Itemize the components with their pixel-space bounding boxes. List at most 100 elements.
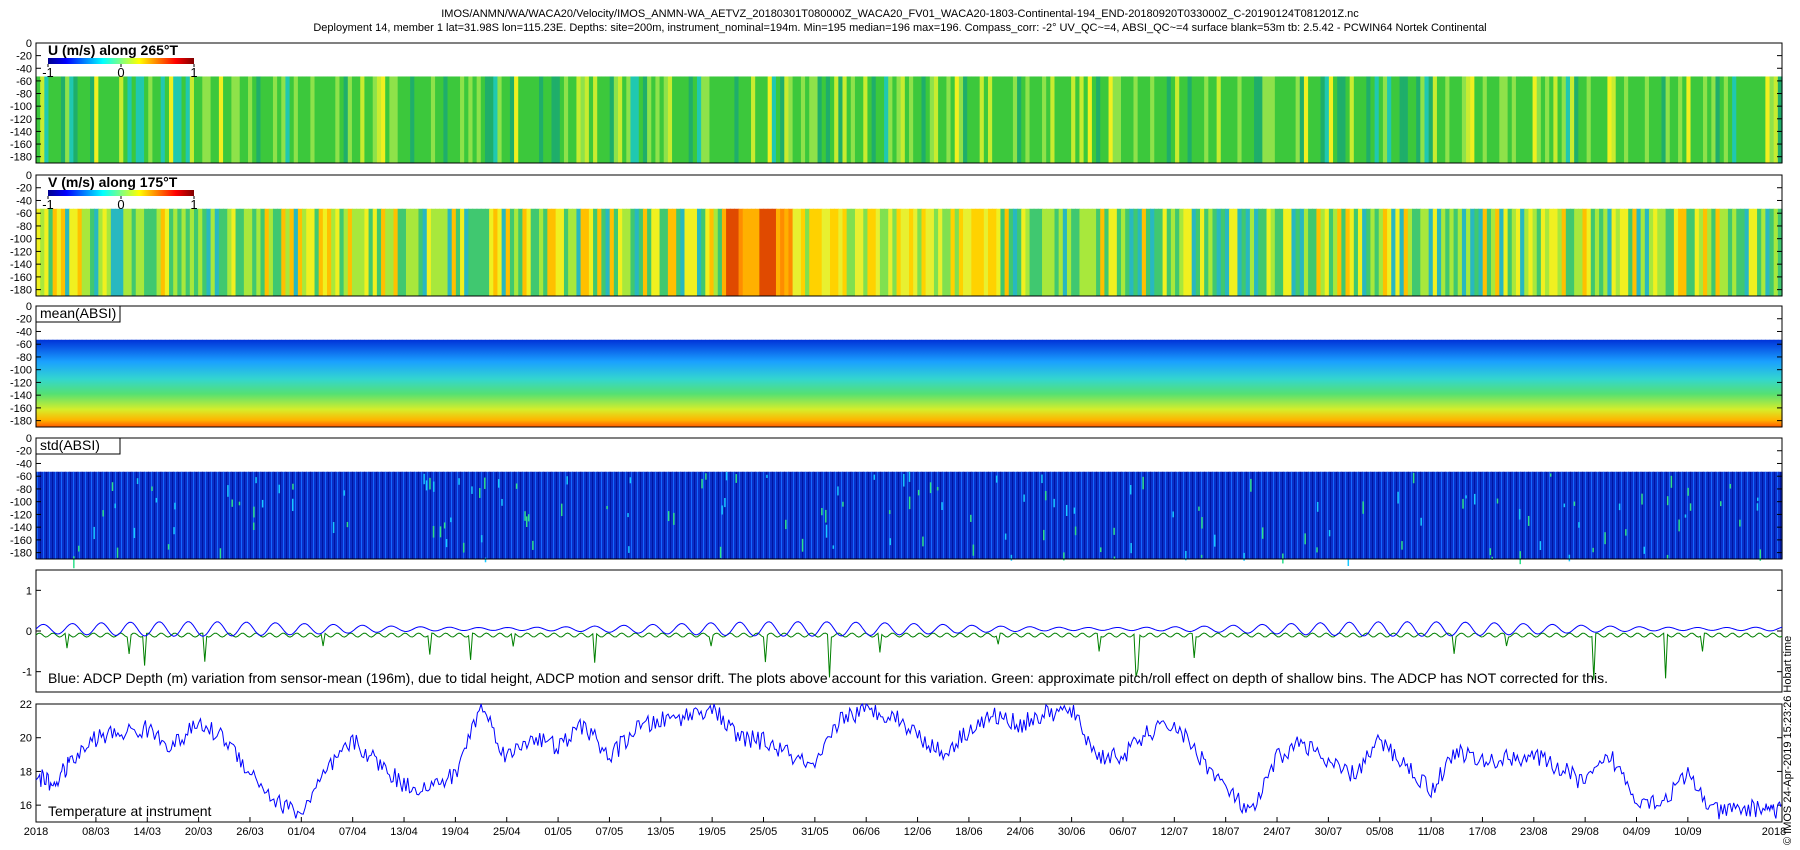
heatmap-cell: [1100, 76, 1105, 163]
heatmap-cell: [913, 208, 918, 296]
heatmap-cell: [780, 76, 785, 163]
heatmap-cell: [1569, 208, 1575, 296]
heatmap-cell: [1478, 208, 1484, 296]
heatmap-speckle: [1261, 527, 1264, 539]
heatmap-cell: [921, 208, 927, 296]
heatmap-cell: [1191, 471, 1197, 559]
heatmap-cell: [1166, 76, 1172, 163]
heatmap-cell: [193, 208, 199, 296]
heatmap-cell: [1274, 471, 1280, 559]
heatmap-cell: [1590, 208, 1596, 296]
heatmap-cell: [813, 339, 819, 427]
heatmap-cell: [85, 76, 91, 163]
heatmap-cell: [1187, 339, 1193, 427]
heatmap-cell: [44, 339, 50, 427]
heatmap-cell: [164, 76, 170, 163]
heatmap-cell: [1445, 471, 1451, 559]
heatmap-cell: [1308, 471, 1313, 559]
heatmap-cell: [1569, 76, 1575, 163]
heatmap-cell: [1549, 208, 1554, 296]
heatmap-cell: [992, 208, 997, 296]
heatmap-cell: [505, 76, 511, 163]
heatmap-cell: [1752, 76, 1758, 163]
heatmap-cell: [676, 208, 681, 296]
heatmap-cell: [755, 76, 760, 163]
heatmap-cell: [1603, 339, 1608, 427]
heatmap-cell: [618, 76, 623, 163]
heatmap-cell: [455, 471, 461, 559]
heatmap-cell: [788, 339, 794, 427]
heatmap-cell: [277, 76, 282, 163]
heatmap-cell: [98, 339, 104, 427]
heatmap-cell: [642, 76, 648, 163]
heatmap-cell: [1370, 339, 1376, 427]
heatmap-cell: [659, 208, 665, 296]
heatmap-cell: [376, 76, 382, 163]
heatmap-cell: [169, 471, 174, 559]
heatmap-cell: [1744, 76, 1750, 163]
heatmap-cell: [1125, 76, 1130, 163]
heatmap-cell: [950, 76, 956, 163]
heatmap-cell: [360, 471, 366, 559]
heatmap-cell: [1636, 339, 1642, 427]
heatmap-4-ytick-label: -180: [10, 548, 32, 560]
x-tick-label: 18/07: [1212, 826, 1240, 838]
heatmap-cell: [393, 76, 399, 163]
x-year-left: 2018: [24, 826, 48, 838]
heatmap-cell: [1474, 208, 1480, 296]
heatmap-cell: [1669, 208, 1675, 296]
heatmap-cell: [1058, 339, 1064, 427]
heatmap-cell: [214, 76, 220, 163]
heatmap-cell: [1162, 76, 1168, 163]
heatmap-cell: [1470, 339, 1475, 427]
heatmap-cell: [751, 339, 756, 427]
heatmap-cell: [1461, 339, 1467, 427]
heatmap-cell: [1698, 208, 1704, 296]
heatmap-cell: [1561, 76, 1567, 163]
heatmap-cell: [987, 339, 993, 427]
heatmap-cell: [1237, 76, 1243, 163]
heatmap-cell: [1295, 471, 1301, 559]
heatmap-cell: [1145, 339, 1151, 427]
heatmap-cell: [514, 76, 519, 163]
heatmap-cell: [580, 208, 586, 296]
heatmap-cell: [755, 471, 760, 559]
heatmap-cell: [372, 76, 378, 163]
heatmap-cell: [73, 471, 79, 559]
heatmap-cell: [318, 208, 324, 296]
heatmap-cell: [746, 76, 752, 163]
heatmap-cell: [1353, 471, 1359, 559]
heatmap-cell: [1682, 208, 1687, 296]
heatmap-cell: [356, 339, 361, 427]
heatmap-cell: [293, 339, 299, 427]
heatmap-speckle: [1465, 495, 1467, 499]
heatmap-cell: [293, 208, 299, 296]
heatmap-cell: [551, 208, 557, 296]
heatmap-cell: [805, 471, 810, 559]
heatmap-cell: [1224, 339, 1230, 427]
heatmap-cell: [1370, 471, 1376, 559]
heatmap-cell: [289, 76, 295, 163]
heatmap-cell: [56, 339, 62, 427]
heatmap-cell: [227, 471, 232, 559]
heatmap-cell: [322, 471, 328, 559]
heatmap-cell: [1644, 339, 1650, 427]
heatmap-cell: [692, 76, 698, 163]
heatmap-cell: [1071, 471, 1076, 559]
heatmap-cell: [48, 208, 54, 296]
heatmap-cell: [135, 471, 141, 559]
heatmap-cell: [1486, 76, 1492, 163]
heatmap-speckle: [116, 547, 119, 558]
heatmap-cell: [1707, 339, 1712, 427]
heatmap-cell: [1499, 76, 1505, 163]
heatmap-cell: [1727, 208, 1733, 296]
heatmap-cell: [1316, 339, 1322, 427]
heatmap-cell: [1245, 208, 1251, 296]
heatmap-cell: [227, 339, 232, 427]
heatmap-cell: [1200, 339, 1205, 427]
heatmap-cell: [90, 76, 95, 163]
heatmap-cell: [1042, 76, 1047, 163]
heatmap-cell: [1632, 471, 1638, 559]
heatmap-cell: [169, 208, 174, 296]
heatmap-cell: [1748, 208, 1754, 296]
